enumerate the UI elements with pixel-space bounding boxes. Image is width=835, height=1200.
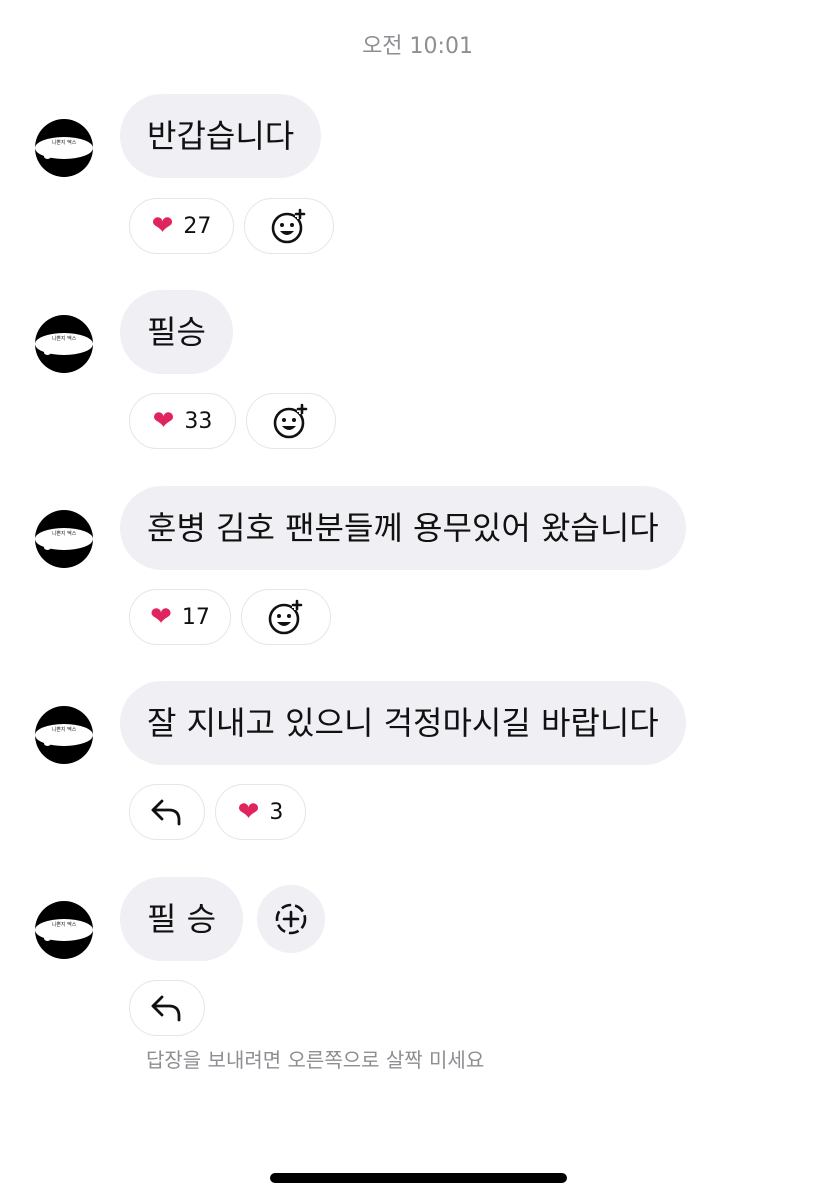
add-reaction-button[interactable] — [257, 885, 325, 953]
reaction-count: 27 — [183, 213, 212, 239]
add-reaction-button[interactable] — [246, 393, 336, 449]
home-indicator[interactable] — [270, 1173, 567, 1183]
heart-icon: ❤ — [151, 211, 174, 241]
heart-reaction-chip[interactable]: ❤ 3 — [215, 784, 306, 840]
reply-arrow-icon — [151, 995, 181, 1022]
reply-button[interactable] — [129, 980, 205, 1036]
heart-reaction-chip[interactable]: ❤ 33 — [129, 393, 236, 449]
reply-button[interactable] — [129, 784, 205, 840]
heart-icon: ❤ — [237, 797, 260, 827]
timestamp: 오전 10:01 — [362, 34, 473, 59]
reaction-count: 3 — [269, 799, 284, 825]
heart-reaction-chip[interactable]: ❤ 17 — [129, 589, 231, 645]
add-reaction-button[interactable] — [241, 589, 331, 645]
avatar-label: 니쁜지 멕스 — [51, 336, 77, 342]
reaction-count: 33 — [184, 408, 213, 434]
add-reaction-button[interactable] — [244, 198, 334, 254]
avatar[interactable]: 니쁜지 멕스 — [35, 706, 93, 764]
smiley-plus-icon — [273, 403, 308, 439]
smiley-plus-icon — [271, 208, 306, 244]
message-bubble[interactable]: 반갑습니다 — [120, 94, 322, 178]
avatar[interactable]: 니쁜지 멕스 — [35, 315, 93, 373]
reply-arrow-icon — [151, 799, 181, 826]
message-bubble[interactable]: 훈병 김호 팬분들께 용무있어 왔습니다 — [120, 486, 686, 570]
avatar-label: 니쁜지 멕스 — [51, 727, 77, 733]
heart-reaction-chip[interactable]: ❤ 27 — [129, 198, 234, 254]
avatar-label: 니쁜지 멕스 — [51, 922, 77, 928]
heart-icon: ❤ — [152, 406, 175, 436]
reaction-count: 17 — [181, 604, 210, 630]
swipe-hint: 답장을 보내려면 오른쪽으로 살짝 미세요 — [146, 1048, 485, 1072]
avatar[interactable]: 니쁜지 멕스 — [35, 119, 93, 177]
avatar-label: 니쁜지 멕스 — [51, 140, 77, 146]
smiley-plus-icon — [268, 599, 303, 635]
message-bubble[interactable]: 잘 지내고 있으니 걱정마시길 바랍니다 — [120, 681, 686, 765]
avatar[interactable]: 니쁜지 멕스 — [35, 901, 93, 959]
dashed-circle-plus-icon — [275, 903, 307, 935]
avatar-label: 니쁜지 멕스 — [51, 531, 77, 537]
heart-icon: ❤ — [150, 602, 172, 632]
message-bubble[interactable]: 필 승 — [120, 877, 244, 961]
avatar[interactable]: 니쁜지 멕스 — [35, 510, 93, 568]
message-bubble[interactable]: 필승 — [120, 290, 233, 374]
